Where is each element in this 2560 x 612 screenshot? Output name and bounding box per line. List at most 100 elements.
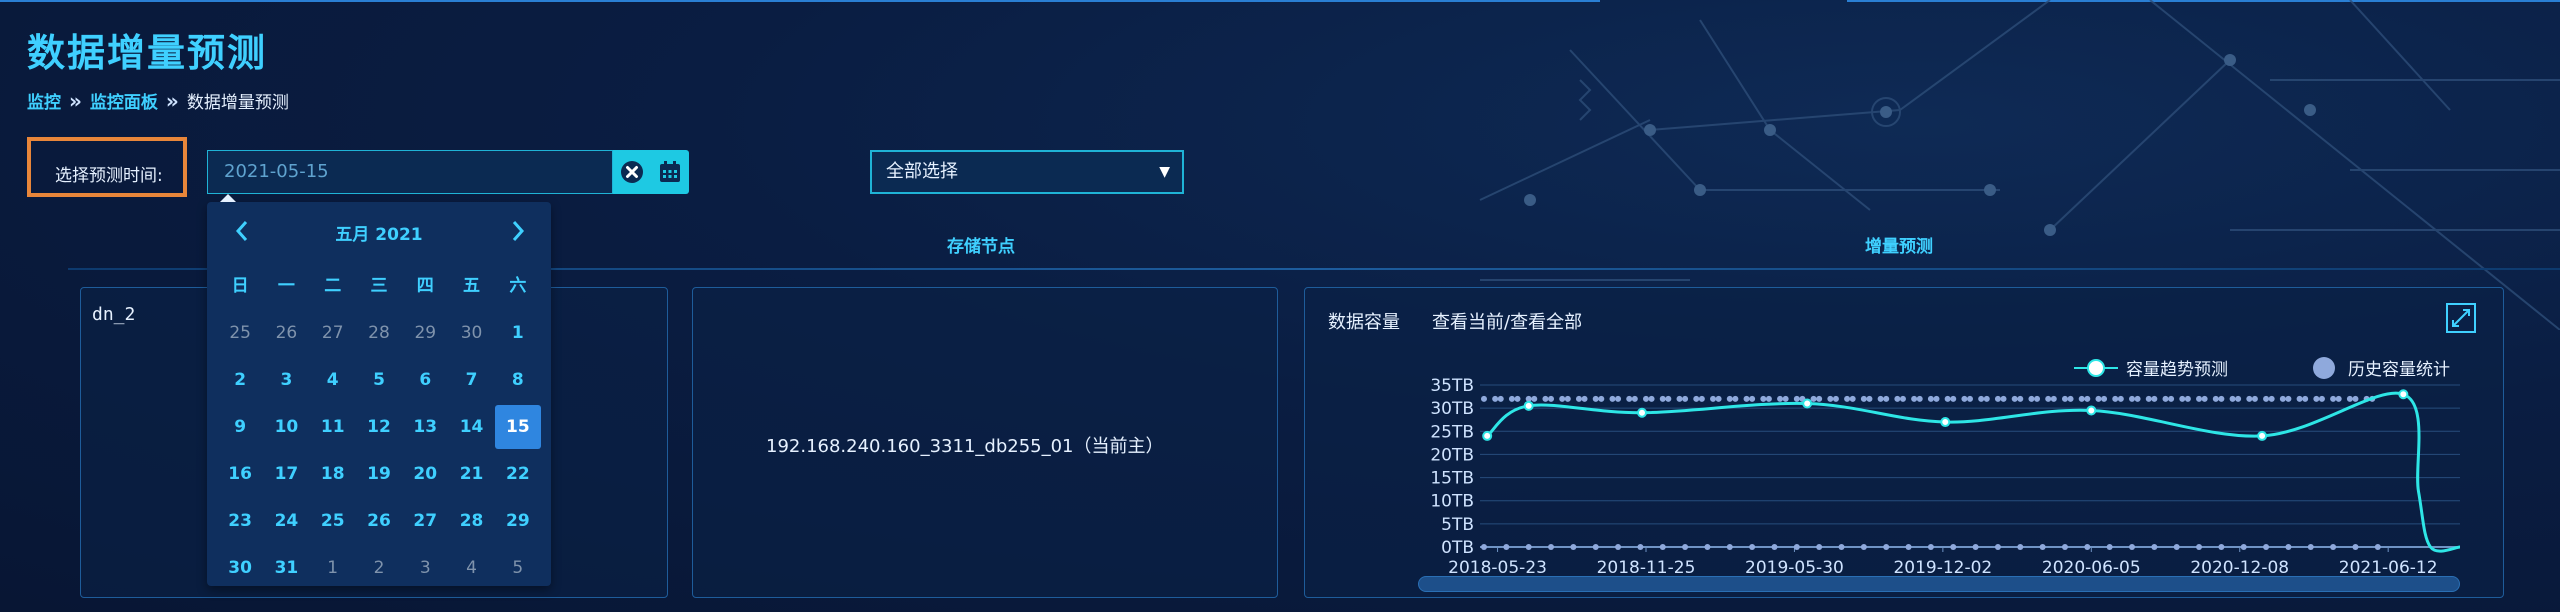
calendar-day[interactable]: 12 bbox=[356, 405, 402, 449]
trend-point bbox=[1637, 407, 1648, 418]
calendar-day[interactable]: 3 bbox=[263, 358, 309, 402]
calendar-day-selected[interactable]: 15 bbox=[494, 404, 541, 449]
calendar-week-row: 2345678 bbox=[217, 356, 541, 403]
history-point bbox=[2201, 395, 2208, 402]
history-point bbox=[1704, 544, 1711, 550]
calendar-day[interactable]: 9 bbox=[217, 405, 263, 449]
calendar-day[interactable]: 5 bbox=[356, 358, 402, 402]
history-point bbox=[2285, 395, 2292, 402]
history-point bbox=[2145, 395, 2152, 402]
calendar-day[interactable]: 2 bbox=[217, 358, 263, 402]
expand-chart-button[interactable] bbox=[2446, 303, 2476, 333]
calendar-day[interactable]: 11 bbox=[310, 405, 356, 449]
calendar-day[interactable]: 21 bbox=[448, 452, 494, 496]
x-tick-label: 2021-06-12 bbox=[2339, 558, 2438, 578]
calendar-day[interactable]: 3 bbox=[402, 546, 448, 590]
calendar-day[interactable]: 6 bbox=[402, 358, 448, 402]
history-point bbox=[2112, 395, 2119, 402]
history-point bbox=[2017, 395, 2024, 402]
history-point bbox=[2240, 544, 2247, 550]
calendar-day[interactable]: 22 bbox=[495, 452, 541, 496]
calendar-day[interactable]: 29 bbox=[495, 499, 541, 543]
weekday-label: 二 bbox=[324, 275, 342, 296]
calendar-day[interactable]: 19 bbox=[356, 452, 402, 496]
chart-zoom-scrollbar[interactable] bbox=[1418, 576, 2460, 592]
history-point bbox=[1542, 395, 1549, 402]
history-point bbox=[2045, 395, 2052, 402]
history-point bbox=[1978, 395, 1985, 402]
history-point bbox=[1771, 544, 1778, 550]
calendar-day[interactable]: 16 bbox=[217, 452, 263, 496]
calendar-day[interactable]: 18 bbox=[310, 452, 356, 496]
history-point bbox=[1659, 544, 1666, 550]
history-point bbox=[1548, 544, 1555, 550]
history-point bbox=[1581, 395, 1588, 402]
calendar-day[interactable]: 28 bbox=[448, 499, 494, 543]
calendar-month-label[interactable]: 五月 2021 bbox=[207, 220, 551, 245]
chart-title: 数据容量 bbox=[1328, 312, 1400, 333]
history-point bbox=[1827, 395, 1834, 402]
calendar-day[interactable]: 29 bbox=[402, 311, 448, 355]
weekday-label: 日 bbox=[231, 275, 249, 296]
time-label-highlight: 选择预测时间: bbox=[27, 137, 187, 197]
calendar-day[interactable]: 27 bbox=[310, 311, 356, 355]
view-current-all-link[interactable]: 查看当前/查看全部 bbox=[1432, 308, 1582, 334]
history-point bbox=[1950, 544, 1957, 550]
history-point bbox=[1860, 395, 1867, 402]
dn-name: dn_2 bbox=[92, 304, 136, 325]
calendar-day[interactable]: 4 bbox=[310, 358, 356, 402]
history-point bbox=[1994, 544, 2001, 550]
history-point bbox=[2184, 395, 2191, 402]
clear-date-button[interactable] bbox=[618, 158, 646, 186]
calendar-day[interactable]: 7 bbox=[448, 358, 494, 402]
history-point bbox=[1933, 395, 1940, 402]
calendar-day[interactable]: 17 bbox=[263, 452, 309, 496]
history-point bbox=[1916, 395, 1923, 402]
calendar-day[interactable]: 20 bbox=[402, 452, 448, 496]
history-point bbox=[1950, 395, 1957, 402]
calendar-week-row: 25 26 27 28 29 30 1 bbox=[217, 309, 541, 356]
history-point bbox=[2168, 395, 2175, 402]
history-point bbox=[2039, 544, 2046, 550]
breadcrumb-link-monitor[interactable]: 监控 bbox=[27, 88, 61, 113]
calendar-day[interactable]: 26 bbox=[356, 499, 402, 543]
history-point bbox=[1514, 395, 1521, 402]
calendar-day[interactable]: 2 bbox=[356, 546, 402, 590]
history-point bbox=[1860, 544, 1867, 550]
column-header-storage-node: 存储节点 bbox=[947, 237, 1015, 257]
calendar-day[interactable]: 5 bbox=[495, 546, 541, 590]
calendar-day[interactable]: 1 bbox=[310, 546, 356, 590]
date-picker-popup: 五月 2021 日 一 二 三 四 五 六 25 26 27 28 29 30 1 2 3 4 5 6… bbox=[207, 194, 551, 586]
open-calendar-button[interactable] bbox=[656, 158, 684, 186]
breadcrumb-link-dashboard[interactable]: 监控面板 bbox=[90, 88, 158, 113]
y-tick-label: 15TB bbox=[1430, 469, 1474, 489]
calendar-day[interactable]: 27 bbox=[402, 499, 448, 543]
history-point bbox=[1866, 395, 1873, 402]
history-point bbox=[1525, 544, 1532, 550]
calendar-next-button[interactable] bbox=[503, 216, 533, 246]
calendar-day[interactable]: 26 bbox=[263, 311, 309, 355]
calendar-day[interactable]: 25 bbox=[310, 499, 356, 543]
node-select[interactable]: 全部选择 ▼ bbox=[870, 150, 1184, 194]
history-point bbox=[1844, 395, 1851, 402]
calendar-day[interactable]: 25 bbox=[217, 311, 263, 355]
calendar-day[interactable]: 30 bbox=[448, 311, 494, 355]
history-point bbox=[2134, 395, 2141, 402]
calendar-day[interactable]: 10 bbox=[263, 405, 309, 449]
calendar-day[interactable]: 24 bbox=[263, 499, 309, 543]
calendar-day[interactable]: 13 bbox=[402, 405, 448, 449]
calendar-day[interactable]: 23 bbox=[217, 499, 263, 543]
calendar-day[interactable]: 1 bbox=[495, 311, 541, 355]
calendar-day[interactable]: 14 bbox=[448, 405, 494, 449]
calendar-day[interactable]: 8 bbox=[495, 358, 541, 402]
date-input[interactable]: 2021-05-15 bbox=[207, 150, 613, 194]
calendar-day[interactable]: 30 bbox=[217, 546, 263, 590]
history-point bbox=[1877, 395, 1884, 402]
history-point bbox=[1592, 544, 1599, 550]
history-point bbox=[1598, 395, 1605, 402]
calendar-day[interactable]: 4 bbox=[448, 546, 494, 590]
history-point bbox=[2106, 544, 2113, 550]
history-point bbox=[2285, 544, 2292, 550]
calendar-day[interactable]: 28 bbox=[356, 311, 402, 355]
calendar-day[interactable]: 31 bbox=[263, 546, 309, 590]
